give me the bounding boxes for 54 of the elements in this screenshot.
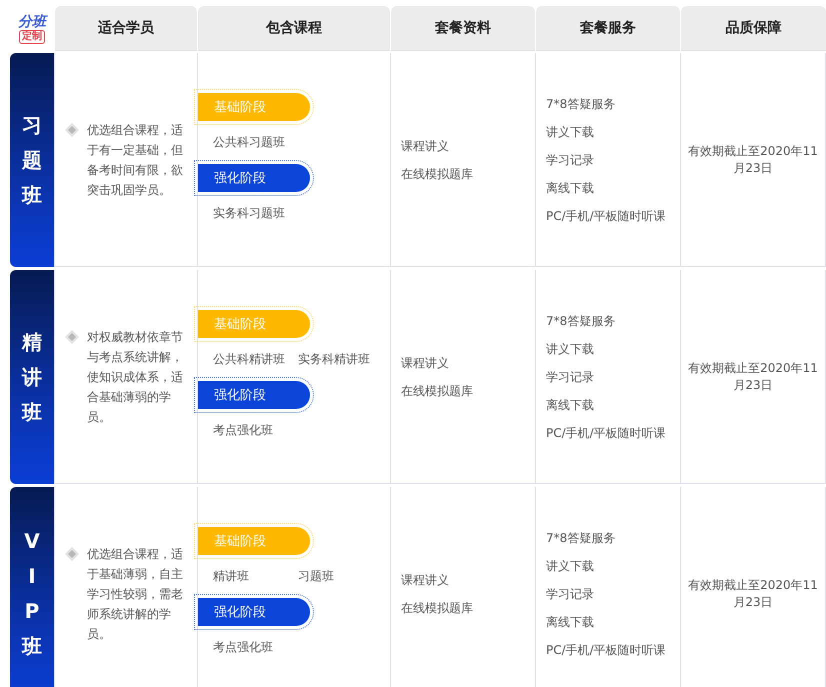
course-name: 考点强化班 (213, 422, 273, 438)
audience-text: 优选组合课程，适于有一定基础，但备考时间有限，欲突击巩固学员。 (87, 122, 184, 198)
class-name: 习题班 (22, 112, 42, 208)
service-item: PC/手机/平板随时听课 (546, 208, 667, 224)
service-item: 离线下载 (546, 614, 595, 630)
course-name: 公共科精讲班 (213, 350, 285, 368)
material-item: 在线模拟题库 (401, 382, 474, 400)
service-item: PC/手机/平板随时听课 (546, 642, 667, 658)
class-name: 精讲班 (22, 328, 42, 426)
service-item: 离线下载 (546, 396, 595, 414)
diamond-icon (65, 122, 79, 136)
stage-tag: 基础阶段 (198, 92, 310, 120)
audience-text: 优选组合课程，适于基础薄弱，自主学习性较弱，需老师系统讲解的学员。 (87, 546, 184, 642)
logo-text: 分班 (18, 14, 46, 28)
service-item: PC/手机/平板随时听课 (546, 424, 667, 442)
guarantee-text: 有效期截止至2020年11月23日 (687, 360, 819, 394)
course-name: 精讲班 (213, 568, 250, 584)
service-item: 7*8答疑服务 (546, 96, 616, 112)
diamond-icon (65, 330, 79, 344)
material-item: 课程讲义 (401, 138, 450, 154)
service-item: 离线下载 (546, 180, 595, 196)
stage-tag: 强化阶段 (198, 380, 310, 408)
course-name: 实务科精讲班 (298, 350, 370, 368)
course-name: 实务科习题班 (213, 204, 285, 222)
diamond-icon (65, 546, 79, 560)
course-name: 考点强化班 (213, 638, 273, 656)
column-header: 套餐服务 (536, 6, 680, 51)
stage-tag: 强化阶段 (198, 164, 310, 192)
material-item: 课程讲义 (401, 572, 450, 588)
class-name: VIP班 (22, 528, 42, 660)
service-item: 学习记录 (546, 368, 595, 386)
service-item: 讲义下载 (546, 340, 595, 358)
stage-tag: 强化阶段 (198, 598, 310, 626)
material-item: 在线模拟题库 (401, 600, 474, 616)
service-item: 讲义下载 (546, 558, 595, 574)
service-item: 讲义下载 (546, 124, 595, 140)
column-header: 套餐资料 (391, 6, 535, 51)
service-item: 学习记录 (546, 152, 595, 168)
material-item: 课程讲义 (401, 354, 450, 372)
service-item: 学习记录 (546, 586, 595, 602)
column-header: 品质保障 (681, 6, 826, 51)
guarantee-text: 有效期截止至2020年11月23日 (687, 576, 819, 610)
course-name: 公共科习题班 (213, 134, 285, 150)
guarantee-text: 有效期截止至2020年11月23日 (687, 142, 819, 176)
material-item: 在线模拟题库 (401, 166, 474, 182)
column-header: 包含课程 (198, 6, 390, 51)
logo-badge: 定制 (19, 30, 45, 44)
stage-tag: 基础阶段 (198, 526, 310, 554)
service-item: 7*8答疑服务 (546, 312, 616, 330)
service-item: 7*8答疑服务 (546, 530, 616, 546)
stage-tag: 基础阶段 (198, 310, 310, 338)
column-header: 适合学员 (55, 6, 197, 51)
audience-text: 对权威教材依章节与考点系统讲解，使知识成体系，适合基础薄弱的学员。 (87, 328, 184, 426)
course-name: 习题班 (298, 568, 335, 584)
